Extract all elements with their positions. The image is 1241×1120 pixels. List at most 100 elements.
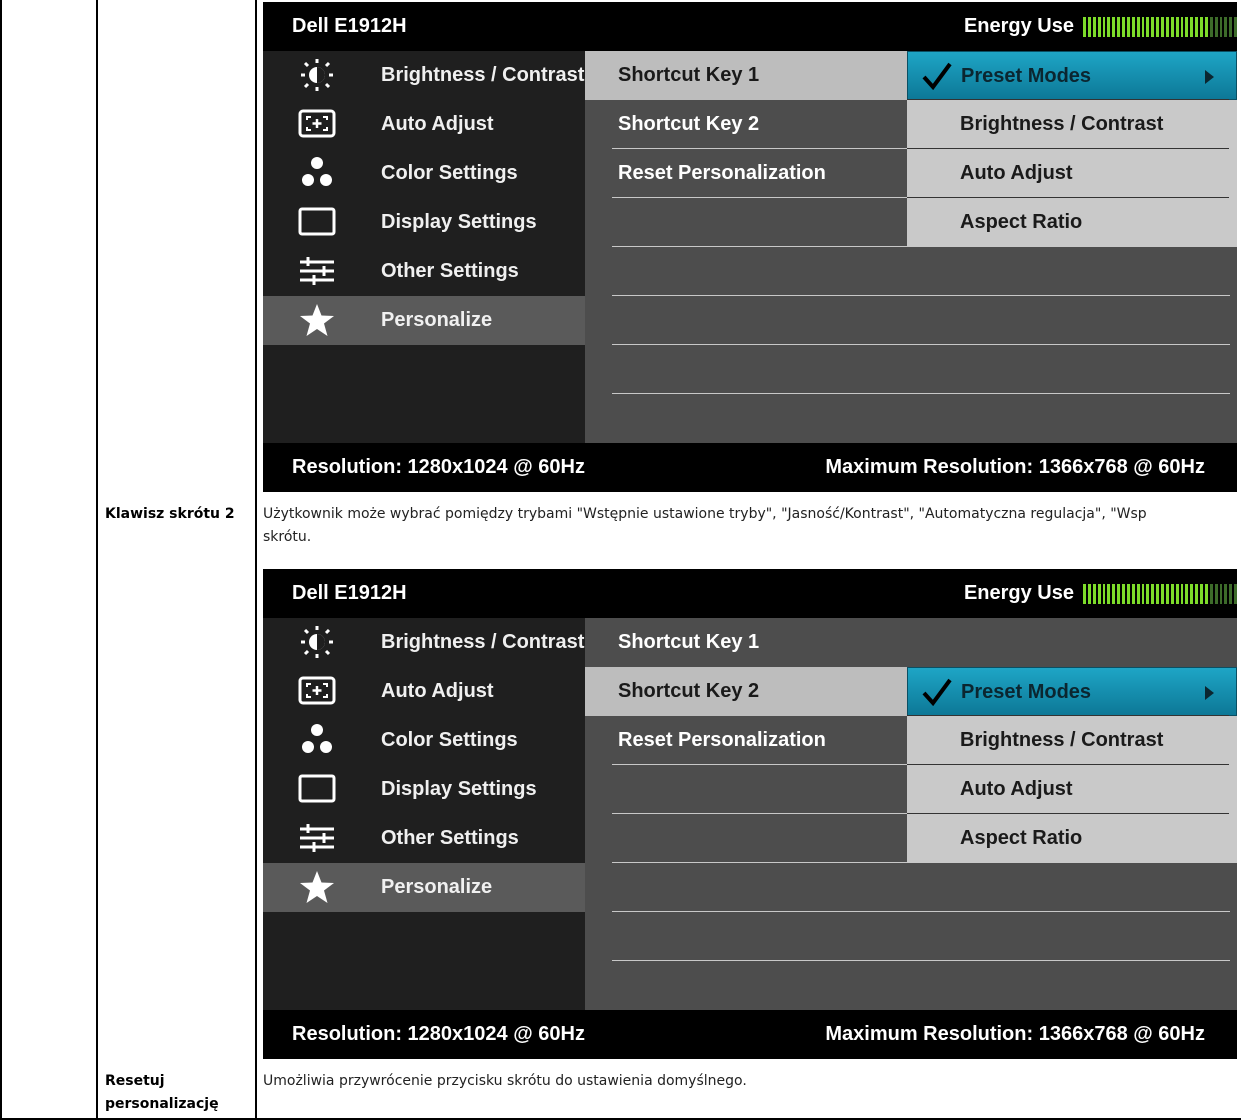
- divider: [612, 813, 907, 814]
- option-item-3[interactable]: Auto Adjust: [907, 764, 1237, 814]
- submenu-item-1[interactable]: Shortcut Key 1: [585, 618, 907, 667]
- energy-meter-segment: [1224, 17, 1228, 37]
- submenu-item-1[interactable]: Shortcut Key 1: [585, 51, 907, 100]
- energy-use-meter: [1083, 584, 1237, 604]
- option-item-1[interactable]: Preset Modes: [907, 667, 1237, 716]
- divider: [907, 197, 1229, 198]
- menu-item-label: Color Settings: [381, 162, 518, 184]
- energy-meter-segment: [1204, 17, 1208, 37]
- energy-meter-segment: [1117, 17, 1120, 37]
- energy-meter-segment: [1092, 17, 1096, 37]
- submenu-item-label: Reset Personalization: [618, 162, 826, 184]
- energy-use-meter: [1083, 17, 1237, 37]
- submenu-item-label: Shortcut Key 1: [618, 64, 760, 86]
- energy-meter-segment: [1209, 584, 1213, 604]
- energy-meter-segment: [1141, 17, 1145, 37]
- label-line: Resetuj: [105, 1073, 165, 1089]
- energy-meter-segment: [1204, 584, 1208, 604]
- checkmark-icon: [922, 678, 952, 707]
- brightness-icon: [297, 625, 337, 659]
- energy-meter-segment: [1175, 17, 1179, 37]
- color-settings-icon: [297, 156, 337, 190]
- energy-meter-segment: [1219, 17, 1223, 37]
- energy-meter-segment: [1229, 17, 1233, 37]
- display-settings-icon: [297, 205, 337, 239]
- menu-item-brightness[interactable]: Brightness / Contrast: [263, 618, 585, 667]
- submenu-item-2[interactable]: Shortcut Key 2: [585, 667, 907, 716]
- energy-meter-segment: [1234, 584, 1237, 604]
- menu-item-auto-adjust[interactable]: Auto Adjust: [263, 100, 585, 149]
- menu-item-display-settings[interactable]: Display Settings: [263, 198, 585, 247]
- option-item-label: Aspect Ratio: [960, 827, 1083, 849]
- option-item-1[interactable]: Preset Modes: [907, 51, 1237, 100]
- energy-meter-segment: [1161, 17, 1164, 37]
- option-item-label: Auto Adjust: [960, 162, 1073, 184]
- energy-meter-segment: [1234, 17, 1237, 37]
- option-item-label: Brightness / Contrast: [960, 729, 1164, 751]
- energy-meter-segment: [1209, 17, 1213, 37]
- submenu-item-2[interactable]: Shortcut Key 2: [585, 100, 907, 149]
- current-resolution: Resolution: 1280x1024 @ 60Hz: [292, 456, 585, 478]
- menu-item-color-settings[interactable]: Color Settings: [263, 716, 585, 765]
- menu-item-other-settings[interactable]: Other Settings: [263, 247, 585, 296]
- table-border-col1: [96, 0, 98, 1120]
- energy-meter-segment: [1185, 17, 1189, 37]
- energy-meter-segment: [1161, 584, 1164, 604]
- auto-adjust-icon: [297, 107, 337, 141]
- menu-item-label: Brightness / Contrast: [381, 64, 585, 86]
- energy-meter-segment: [1107, 584, 1111, 604]
- maximum-resolution: Maximum Resolution: 1366x768 @ 60Hz: [825, 1023, 1205, 1045]
- menu-item-display-settings[interactable]: Display Settings: [263, 765, 585, 814]
- osd-screenshot-shortcut-key-1: Dell E1912H Energy Use Brightness / Contra…: [263, 2, 1237, 492]
- energy-meter-segment: [1229, 584, 1233, 604]
- menu-item-label: Display Settings: [381, 211, 537, 233]
- other-settings-icon: [297, 821, 337, 855]
- energy-meter-segment: [1083, 17, 1086, 37]
- option-item-2[interactable]: Brightness / Contrast: [907, 715, 1237, 765]
- submenu-item-label: Reset Personalization: [618, 729, 826, 751]
- energy-meter-segment: [1097, 584, 1101, 604]
- energy-meter-segment: [1214, 17, 1218, 37]
- option-item-2[interactable]: Brightness / Contrast: [907, 99, 1237, 149]
- energy-meter-segment: [1214, 584, 1218, 604]
- energy-meter-segment: [1190, 17, 1194, 37]
- divider: [612, 246, 907, 247]
- energy-use-label: Energy Use: [963, 582, 1074, 604]
- energy-meter-segment: [1219, 584, 1223, 604]
- menu-item-star[interactable]: Personalize: [263, 296, 585, 345]
- divider: [907, 764, 1229, 765]
- submenu-item-label: Shortcut Key 1: [618, 631, 760, 653]
- energy-meter-segment: [1190, 584, 1194, 604]
- option-item-4[interactable]: Aspect Ratio: [907, 197, 1237, 247]
- submenu-item-label: Shortcut Key 2: [618, 680, 760, 702]
- menu-item-color-settings[interactable]: Color Settings: [263, 149, 585, 198]
- energy-meter-segment: [1180, 17, 1184, 37]
- menu-item-label: Auto Adjust: [381, 113, 494, 135]
- submenu-item-3[interactable]: Reset Personalization: [585, 149, 907, 198]
- energy-meter-segment: [1151, 584, 1155, 604]
- option-item-3[interactable]: Auto Adjust: [907, 148, 1237, 198]
- osd-screenshot-shortcut-key-2: Dell E1912H Energy Use Brightness / Contra…: [263, 569, 1237, 1059]
- energy-meter-segment: [1117, 584, 1120, 604]
- menu-item-label: Display Settings: [381, 778, 537, 800]
- submenu-item-3[interactable]: Reset Personalization: [585, 716, 907, 765]
- menu-item-star[interactable]: Personalize: [263, 863, 585, 912]
- menu-item-other-settings[interactable]: Other Settings: [263, 814, 585, 863]
- energy-meter-segment: [1156, 584, 1159, 604]
- energy-meter-segment: [1107, 17, 1111, 37]
- checkmark-icon: [922, 62, 952, 91]
- auto-adjust-icon: [297, 674, 337, 708]
- option-item-label: Brightness / Contrast: [960, 113, 1164, 135]
- energy-meter-segment: [1102, 17, 1106, 37]
- osd-title-bar: Dell E1912H Energy Use: [263, 2, 1237, 51]
- menu-item-auto-adjust[interactable]: Auto Adjust: [263, 667, 585, 716]
- energy-meter-segment: [1087, 584, 1091, 604]
- energy-meter-segment: [1102, 584, 1106, 604]
- energy-meter-segment: [1170, 584, 1174, 604]
- row-description-shortcut-key-2: Użytkownik może wybrać pomiędzy trybami …: [263, 503, 1238, 549]
- menu-item-brightness[interactable]: Brightness / Contrast: [263, 51, 585, 100]
- main-menu-panel: Brightness / Contrast Auto Adjust Color Se…: [263, 618, 585, 1010]
- option-item-4[interactable]: Aspect Ratio: [907, 813, 1237, 863]
- energy-meter-segment: [1224, 584, 1228, 604]
- divider: [612, 344, 1230, 345]
